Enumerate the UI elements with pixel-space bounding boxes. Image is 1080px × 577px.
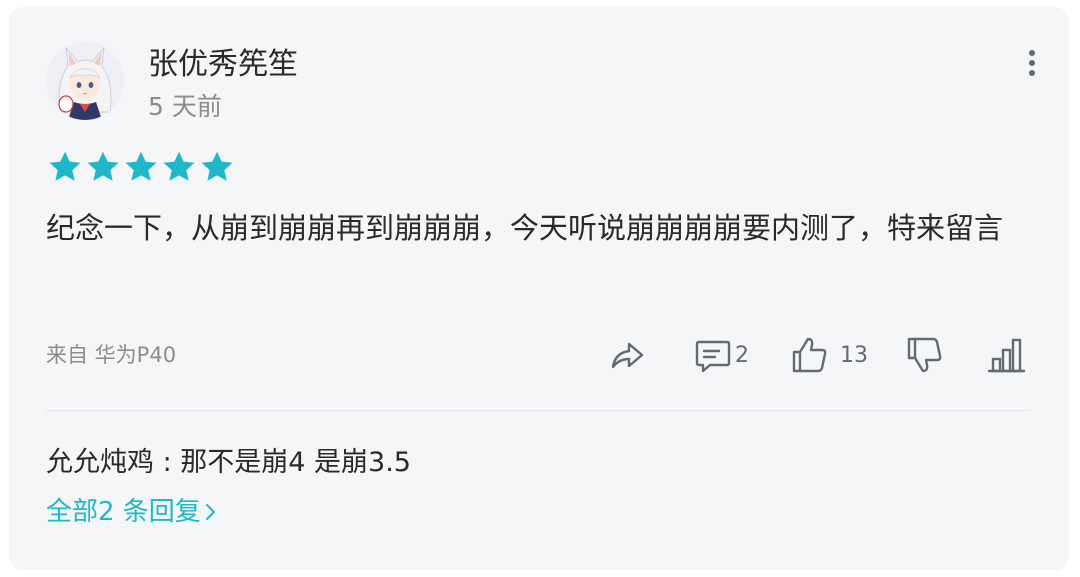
vertical-dots-icon: [1029, 50, 1035, 76]
comment-card: 张优秀筅笙 5 天前 纪念一下，从崩到崩崩再到崩崩崩，今天听说崩崩崩崩要内测了，…: [9, 7, 1069, 570]
star-icon: [163, 151, 195, 181]
star-icon: [87, 151, 119, 181]
share-button[interactable]: [607, 332, 647, 378]
view-all-replies-link[interactable]: 全部2 条回复: [46, 494, 219, 530]
avatar[interactable]: [46, 42, 124, 120]
dislike-button[interactable]: [905, 332, 945, 378]
device-info: 来自 华为P40: [46, 343, 177, 367]
comment-content: 纪念一下，从崩到崩崩再到崩崩崩，今天听说崩崩崩崩要内测了，特来留言: [46, 211, 1004, 245]
star-icon: [201, 151, 233, 181]
stats-button[interactable]: [986, 332, 1026, 378]
star-icon: [125, 151, 157, 181]
share-arrow-icon: [611, 342, 644, 369]
comment-bubble-icon: [695, 340, 731, 373]
reply-author[interactable]: 允允炖鸡: [46, 447, 154, 478]
username[interactable]: 张优秀筅笙: [148, 45, 298, 85]
reply-text: 那不是崩4 是崩3.5: [180, 447, 411, 478]
divider: [46, 410, 1030, 411]
bar-chart-icon: [987, 338, 1026, 373]
star-icon: [49, 151, 81, 181]
like-count: 13: [840, 342, 868, 368]
comment-time: 5 天前: [148, 92, 222, 121]
chevron-right-icon: [205, 504, 215, 520]
more-options-button[interactable]: [1017, 43, 1047, 83]
reply-separator: :: [154, 447, 181, 478]
rating-stars: [47, 149, 235, 185]
like-button[interactable]: 13: [790, 332, 868, 378]
reply-count: 2: [735, 342, 749, 368]
reply-button[interactable]: 2: [693, 332, 749, 378]
view-all-replies-label: 全部2 条回复: [46, 497, 201, 527]
thumbs-up-icon: [792, 337, 827, 373]
reply-preview: 允允炖鸡 : 那不是崩4 是崩3.5: [46, 444, 411, 482]
thumbs-down-icon: [907, 337, 942, 373]
